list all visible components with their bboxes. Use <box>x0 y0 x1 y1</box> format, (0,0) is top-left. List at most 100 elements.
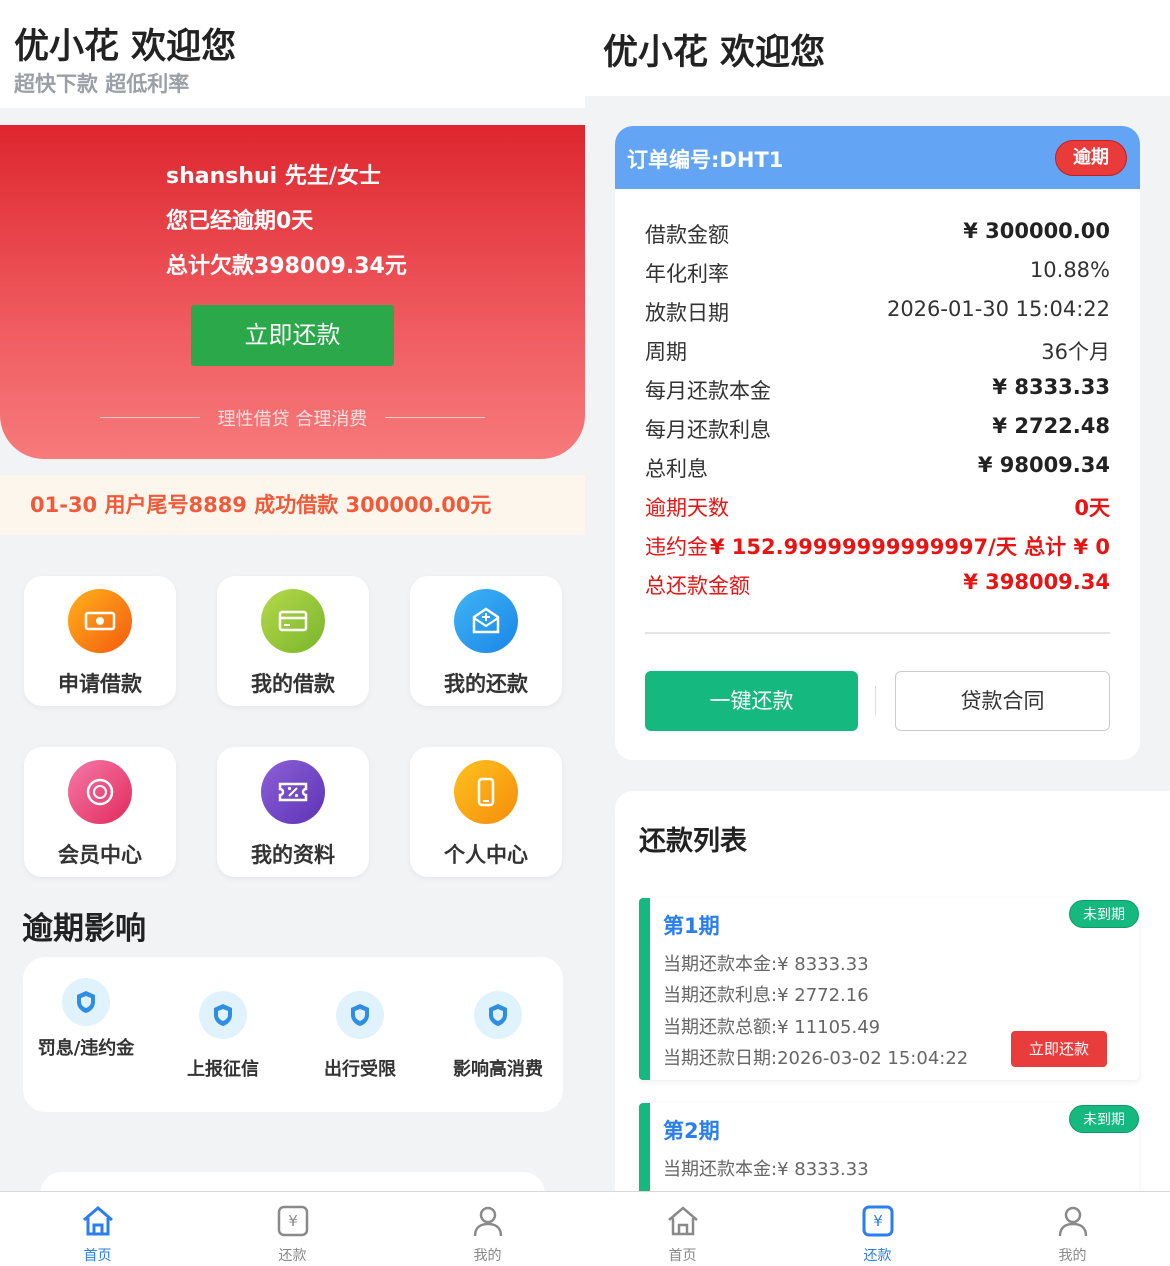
impact-label: 出行受限 <box>324 1059 396 1080</box>
tab-label: 我的 <box>473 1248 502 1264</box>
tab-label: 还款 <box>278 1248 307 1264</box>
slogan: 理性借贷 合理消费 <box>100 405 485 431</box>
envelope-icon <box>454 589 518 653</box>
period-card: 第1期 未到期 当期还款本金:¥ 8333.33 当期还款利息:¥ 2772.1… <box>639 898 1139 1080</box>
disburse-date-row: 放款日期 2026-01-30 15:04:22 <box>645 297 1110 327</box>
shield-icon <box>474 991 522 1039</box>
ticket-icon <box>261 760 325 824</box>
row-value: ¥ 300000.00 <box>963 219 1110 243</box>
annual-rate-row: 年化利率 10.88% <box>645 258 1110 288</box>
my-profile-tile[interactable]: 我的资料 <box>217 747 369 877</box>
total-repay-row: 总还款金额 ¥ 398009.34 <box>645 570 1110 600</box>
impact-item: 上报征信 <box>158 991 288 1081</box>
row-label: 每月还款本金 <box>645 379 771 403</box>
tab-mine[interactable]: 我的 <box>390 1192 585 1266</box>
apply-loan-tile[interactable]: 申请借款 <box>24 576 176 706</box>
period-name: 第1期 <box>663 914 720 938</box>
total-debt-text: 总计欠款398009.34元 <box>166 254 407 279</box>
tab-mine[interactable]: 我的 <box>975 1192 1170 1266</box>
page-subtitle: 超快下款 超低利率 <box>14 72 190 96</box>
row-value: 10.88% <box>1029 258 1110 282</box>
row-label: 借款金额 <box>645 223 729 247</box>
tab-bar: 首页 ¥ 还款 我的 <box>0 1191 585 1266</box>
period-principal: 当期还款本金:¥ 8333.33 <box>663 1159 869 1180</box>
shield-icon <box>336 991 384 1039</box>
user-icon <box>1058 1206 1088 1237</box>
tile-label: 个人中心 <box>444 843 528 867</box>
row-label: 总还款金额 <box>645 574 750 598</box>
tab-repay[interactable]: ¥ 还款 <box>780 1192 975 1266</box>
section-title: 还款列表 <box>639 826 747 857</box>
impact-label: 罚息/违约金 <box>37 1038 135 1059</box>
row-value: 0天 <box>1074 496 1110 520</box>
impact-label: 影响高消费 <box>453 1059 543 1080</box>
term-row: 周期 36个月 <box>645 336 1110 366</box>
impact-item: 出行受限 <box>295 991 425 1081</box>
total-interest-row: 总利息 ¥ 98009.34 <box>645 453 1110 483</box>
yuan-icon: ¥ <box>277 1205 309 1237</box>
period-principal: 当期还款本金:¥ 8333.33 <box>663 954 869 975</box>
order-number: 订单编号:DHT1 <box>627 148 784 172</box>
monthly-interest-row: 每月还款利息 ¥ 2722.48 <box>645 414 1110 444</box>
page-title: 优小花 欢迎您 <box>14 27 237 67</box>
impact-label: 上报征信 <box>187 1059 259 1080</box>
tile-label: 会员中心 <box>58 843 142 867</box>
monthly-principal-row: 每月还款本金 ¥ 8333.33 <box>645 375 1110 405</box>
row-value: 2026-01-30 15:04:22 <box>886 297 1110 321</box>
divider <box>875 686 876 716</box>
personal-center-tile[interactable]: 个人中心 <box>410 747 562 877</box>
debt-summary-banner: shanshui 先生/女士 您已经逾期0天 总计欠款398009.34元 立即… <box>0 125 585 459</box>
row-label: 总利息 <box>645 457 708 481</box>
my-loans-tile[interactable]: 我的借款 <box>217 576 369 706</box>
repay-now-button[interactable]: 立即还款 <box>191 305 394 366</box>
row-label: 违约金 <box>645 535 708 559</box>
cash-icon <box>68 589 132 653</box>
row-label: 年化利率 <box>645 262 729 286</box>
status-badge: 未到期 <box>1069 1105 1139 1133</box>
row-value: 36个月 <box>1041 340 1110 364</box>
header: 优小花 欢迎您 <box>585 0 1170 96</box>
period-date: 当期还款日期:2026-03-02 15:04:22 <box>663 1048 969 1069</box>
repay-now-button[interactable]: 立即还款 <box>1011 1031 1107 1067</box>
overdue-impact-card: 罚息/违约金 上报征信 出行受限 影响高消费 <box>23 957 563 1112</box>
repayment-screen: 优小花 欢迎您 订单编号:DHT1 逾期 借款金额 ¥ 300000.00 年化… <box>585 0 1170 1266</box>
svg-text:¥: ¥ <box>288 1212 298 1230</box>
one-click-repay-button[interactable]: 一键还款 <box>645 671 858 731</box>
impact-item: 罚息/违约金 <box>21 978 151 1060</box>
divider <box>100 417 200 418</box>
member-center-tile[interactable]: 会员中心 <box>24 747 176 877</box>
overdue-days-row: 逾期天数 0天 <box>645 492 1110 522</box>
loan-amount-row: 借款金额 ¥ 300000.00 <box>645 219 1110 249</box>
shield-icon <box>62 978 110 1026</box>
row-label: 周期 <box>645 340 687 364</box>
status-badge: 逾期 <box>1055 140 1127 176</box>
home-icon <box>83 1206 113 1236</box>
row-label: 放款日期 <box>645 301 729 325</box>
row-value: ¥ 398009.34 <box>963 570 1110 594</box>
tab-home[interactable]: 首页 <box>0 1192 195 1266</box>
tile-label: 我的还款 <box>444 672 528 696</box>
home-screen: 优小花 欢迎您 超快下款 超低利率 shanshui 先生/女士 您已经逾期0天… <box>0 0 585 1266</box>
overdue-days-text: 您已经逾期0天 <box>166 209 314 234</box>
order-card: 订单编号:DHT1 逾期 借款金额 ¥ 300000.00 年化利率 10.88… <box>615 126 1140 760</box>
coin-icon <box>68 760 132 824</box>
row-value: ¥ 98009.34 <box>977 453 1110 477</box>
loan-contract-button[interactable]: 贷款合同 <box>895 671 1110 731</box>
row-value: ¥ 8333.33 <box>992 375 1110 399</box>
tab-home[interactable]: 首页 <box>585 1192 780 1266</box>
tab-repay[interactable]: ¥ 还款 <box>195 1192 390 1266</box>
header: 优小花 欢迎您 超快下款 超低利率 <box>0 0 585 108</box>
greeting-text: shanshui 先生/女士 <box>166 164 381 189</box>
card-icon <box>261 589 325 653</box>
tab-label: 还款 <box>863 1248 892 1264</box>
home-icon <box>668 1206 698 1236</box>
user-icon <box>473 1206 503 1237</box>
divider <box>645 632 1110 634</box>
loan-notice-marquee: 01-30 用户尾号8889 成功借款 300000.00元 <box>0 475 585 535</box>
tile-label: 申请借款 <box>58 672 142 696</box>
row-label: 每月还款利息 <box>645 418 771 442</box>
period-total: 当期还款总额:¥ 11105.49 <box>663 1017 881 1038</box>
row-label: 逾期天数 <box>645 496 729 520</box>
status-badge: 未到期 <box>1069 900 1139 928</box>
my-repayments-tile[interactable]: 我的还款 <box>410 576 562 706</box>
